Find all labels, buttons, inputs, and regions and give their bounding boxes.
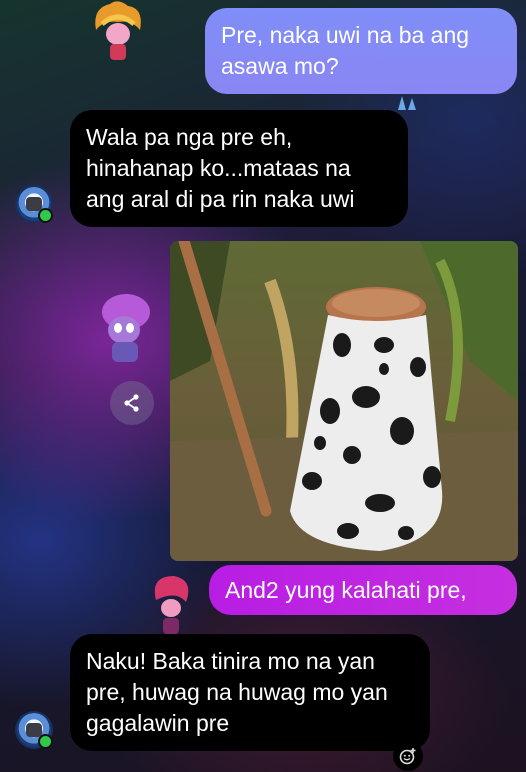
contact-avatar[interactable] (17, 187, 53, 223)
share-button[interactable] (110, 381, 154, 425)
online-status-dot (38, 734, 53, 749)
photo-image (170, 241, 518, 561)
add-reaction-icon (399, 748, 416, 765)
troll-decoration-pink (154, 576, 189, 634)
message-bubble-sent[interactable]: Pre, naka uwi na ba ang asawa mo? (205, 8, 517, 94)
message-photo[interactable] (170, 241, 518, 561)
message-bubble-received[interactable]: Wala pa nga pre eh, hinahanap ko...mataa… (70, 110, 408, 227)
online-status-dot (38, 208, 53, 223)
troll-decoration-purple (102, 294, 150, 362)
message-bubble-sent[interactable]: And2 yung kalahati pre, (209, 565, 517, 615)
troll-decoration-top (95, 1, 141, 60)
share-icon (124, 394, 139, 412)
contact-avatar[interactable] (17, 713, 53, 749)
add-reaction-button[interactable] (393, 741, 423, 771)
message-bubble-received[interactable]: Naku! Baka tinira mo na yan pre, huwag n… (70, 634, 430, 751)
troll-decoration-blue (398, 96, 416, 110)
